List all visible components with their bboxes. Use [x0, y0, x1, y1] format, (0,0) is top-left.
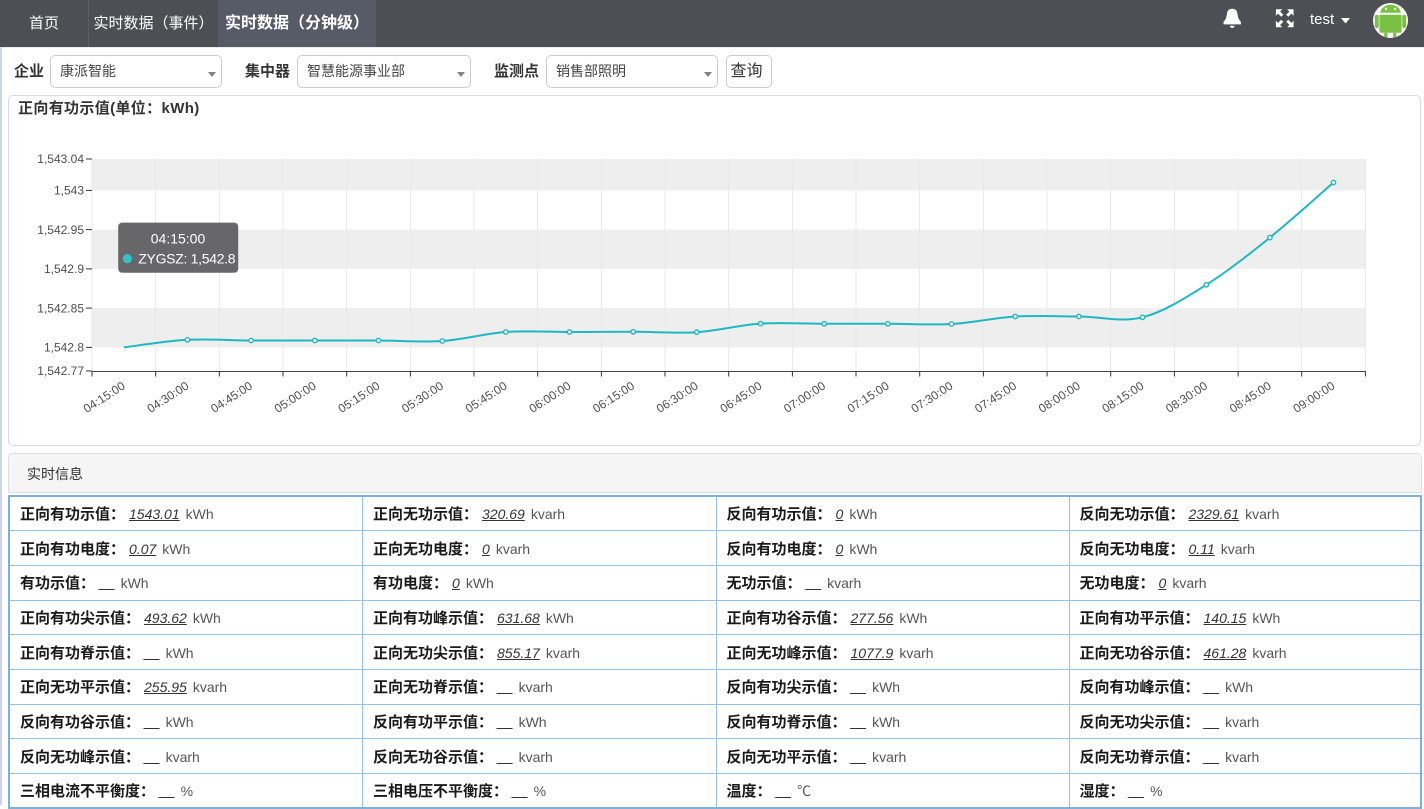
- svg-text:04:15:00: 04:15:00: [81, 378, 128, 415]
- svg-text:1,542.95: 1,542.95: [37, 223, 84, 237]
- svg-text:07:45:00: 07:45:00: [972, 378, 1019, 415]
- svg-text:ZYGSZ: 1,542.8: ZYGSZ: 1,542.8: [138, 250, 235, 266]
- svg-text:04:45:00: 04:45:00: [208, 378, 255, 415]
- svg-text:05:00:00: 05:00:00: [272, 378, 319, 415]
- svg-text:08:45:00: 08:45:00: [1227, 378, 1274, 415]
- svg-text:05:30:00: 05:30:00: [399, 378, 446, 415]
- svg-text:05:15:00: 05:15:00: [336, 378, 383, 415]
- svg-text:1,542.85: 1,542.85: [37, 301, 84, 315]
- svg-text:06:00:00: 06:00:00: [527, 378, 574, 415]
- svg-text:04:15:00: 04:15:00: [151, 230, 206, 246]
- svg-text:06:45:00: 06:45:00: [718, 378, 765, 415]
- svg-text:04:30:00: 04:30:00: [145, 378, 192, 415]
- svg-text:1,542.8: 1,542.8: [44, 341, 84, 355]
- svg-text:08:15:00: 08:15:00: [1100, 378, 1147, 415]
- svg-text:1,542.9: 1,542.9: [44, 262, 84, 276]
- svg-text:09:00:00: 09:00:00: [1291, 378, 1338, 415]
- svg-text:1,542.77: 1,542.77: [37, 364, 84, 378]
- svg-text:08:00:00: 08:00:00: [1036, 378, 1083, 415]
- svg-text:07:15:00: 07:15:00: [845, 378, 892, 415]
- svg-text:07:30:00: 07:30:00: [909, 378, 956, 415]
- svg-text:08:30:00: 08:30:00: [1163, 378, 1210, 415]
- svg-text:05:45:00: 05:45:00: [463, 378, 510, 415]
- svg-text:07:00:00: 07:00:00: [781, 378, 828, 415]
- svg-text:1,543.04: 1,543.04: [37, 152, 84, 166]
- svg-text:1,543: 1,543: [54, 184, 84, 198]
- svg-text:06:15:00: 06:15:00: [590, 378, 637, 415]
- svg-text:06:30:00: 06:30:00: [654, 378, 701, 415]
